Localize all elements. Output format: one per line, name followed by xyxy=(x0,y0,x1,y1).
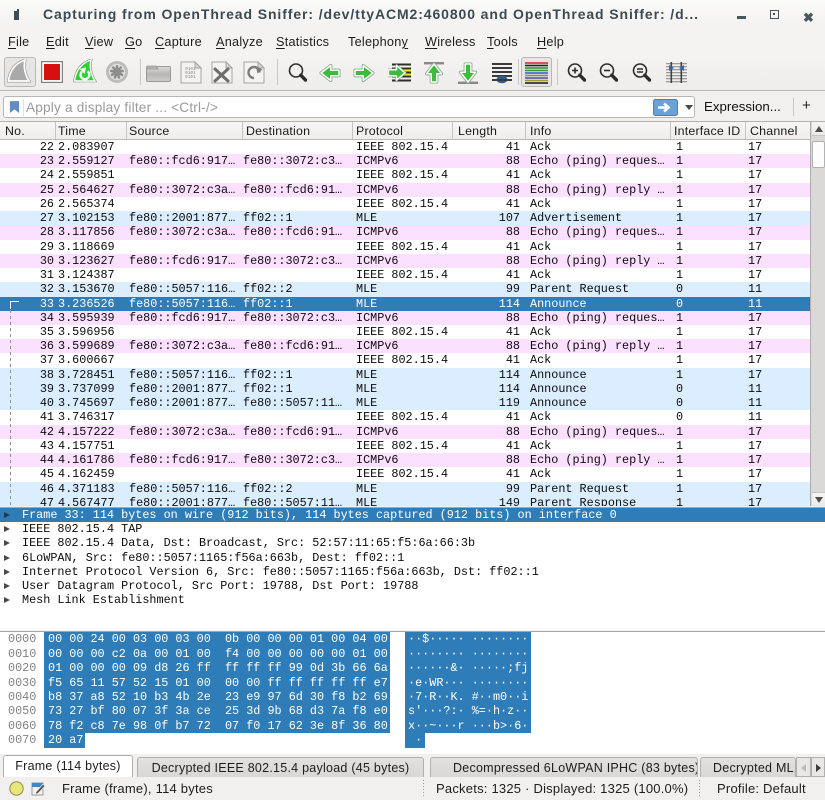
svg-text:0101: 0101 xyxy=(185,74,196,80)
